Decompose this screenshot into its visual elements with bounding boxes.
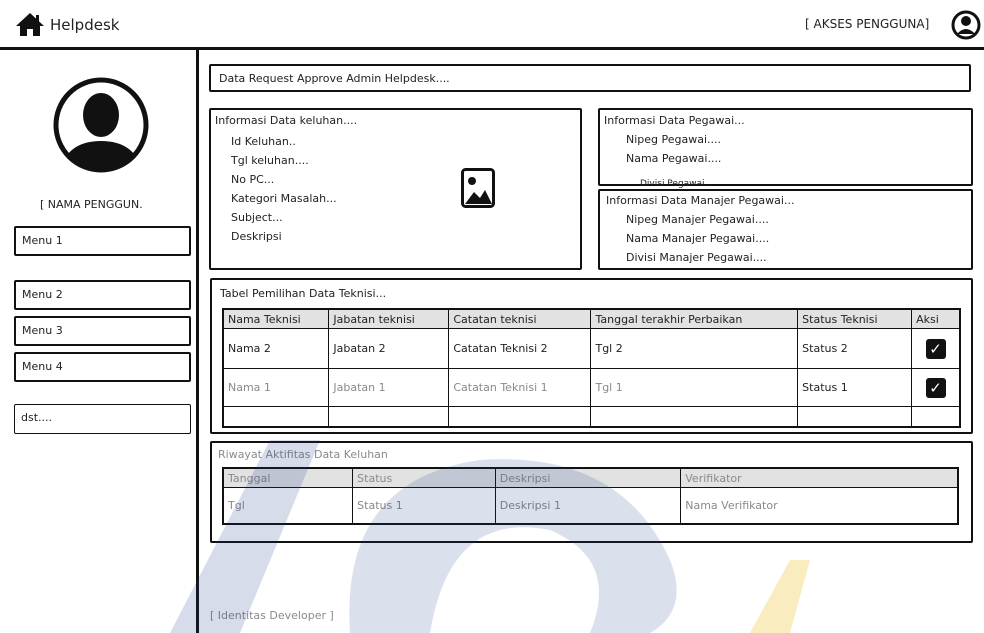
complaint-info-title: Informasi Data keluhan.... [215, 114, 358, 127]
app-title: Helpdesk [50, 16, 120, 34]
column-header[interactable]: Deskripsi [494, 467, 682, 488]
employee-division: Divisi Pegawai... [640, 179, 714, 189]
home-icon[interactable] [15, 11, 45, 37]
action-cell: ✓ [911, 368, 961, 407]
sidebar-menu-3[interactable]: Menu 3 [14, 316, 191, 346]
table-cell: Status 1 [352, 487, 496, 524]
table-cell [797, 406, 913, 427]
table-cell: Nama 1 [222, 368, 330, 407]
column-header[interactable]: Jabatan teknisi [328, 308, 450, 329]
column-header[interactable]: Status Teknisi [797, 308, 913, 329]
technician-table: Nama Teknisi Jabatan teknisi Catatan tek… [222, 308, 961, 428]
table-cell [448, 406, 592, 427]
manager-nipeg: Nipeg Manajer Pegawai.... [626, 213, 769, 226]
column-header[interactable]: Tanggal terakhir Perbaikan [590, 308, 799, 329]
complaint-date: Tgl keluhan.... [231, 154, 309, 167]
table-cell: Catatan Teknisi 2 [448, 328, 592, 369]
developer-footer: [ Identitas Developer ] [210, 609, 334, 622]
table-cell: Catatan Teknisi 1 [448, 368, 592, 407]
complaint-category: Kategori Masalah... [231, 192, 337, 205]
table-row[interactable]: Nama 2 Jabatan 2 Catatan Teknisi 2 Tgl 2… [222, 328, 961, 369]
table-cell: Tgl 2 [590, 328, 799, 369]
image-placeholder-icon [461, 168, 495, 208]
table-row-empty [222, 406, 961, 427]
column-header[interactable]: Tanggal [222, 467, 354, 488]
sidebar-menu-4[interactable]: Menu 4 [14, 352, 191, 382]
column-header[interactable]: Verifikator [680, 467, 959, 488]
complaint-description: Deskripsi [231, 230, 282, 243]
complaint-info-panel: Informasi Data keluhan.... Id Keluhan.. … [209, 108, 582, 270]
user-circle-icon[interactable] [951, 10, 981, 40]
table-cell: Tgl [222, 487, 354, 524]
table-cell [911, 406, 961, 427]
history-table: Tanggal Status Deskripsi Verifikator Tgl… [222, 467, 959, 525]
table-cell: Tgl 1 [590, 368, 799, 407]
employee-info-panel: Informasi Data Pegawai... Nipeg Pegawai.… [598, 108, 973, 189]
sidebar-divider [196, 50, 199, 633]
table-cell [590, 406, 799, 427]
sidebar-menu-1[interactable]: Menu 1 [14, 226, 191, 256]
employee-nipeg: Nipeg Pegawai.... [626, 133, 722, 146]
checkbox-checked-icon[interactable]: ✓ [925, 377, 946, 398]
table-cell: Nama Verifikator [680, 487, 959, 524]
manager-info-title: Informasi Data Manajer Pegawai... [606, 194, 795, 207]
table-cell: Status 1 [797, 368, 913, 407]
table-cell [222, 406, 330, 427]
technician-table-header: Nama Teknisi Jabatan teknisi Catatan tek… [222, 308, 961, 329]
sidebar-menu-2[interactable]: Menu 2 [14, 280, 191, 310]
table-cell: Status 2 [797, 328, 913, 369]
table-cell: Nama 2 [222, 328, 330, 369]
column-header: Aksi [911, 308, 961, 329]
sidebar-menu-more[interactable]: dst.... [14, 404, 191, 434]
access-label[interactable]: [ AKSES PENGGUNA] [805, 17, 929, 31]
manager-info-panel: Informasi Data Manajer Pegawai... Nipeg … [598, 189, 973, 270]
page-heading: Data Request Approve Admin Helpdesk.... [209, 64, 971, 92]
manager-division: Divisi Manajer Pegawai.... [626, 251, 767, 264]
column-header[interactable]: Catatan teknisi [448, 308, 592, 329]
table-cell: Deskripsi 1 [494, 487, 682, 524]
history-title: Riwayat Aktifitas Data Keluhan [218, 448, 388, 461]
table-cell: Jabatan 2 [328, 328, 450, 369]
column-header[interactable]: Status [352, 467, 496, 488]
user-name: [ NAMA PENGGUN. [40, 198, 143, 211]
avatar-icon [53, 77, 149, 173]
history-table-header: Tanggal Status Deskripsi Verifikator [222, 467, 959, 488]
complaint-id: Id Keluhan.. [231, 135, 296, 148]
action-cell: ✓ [911, 328, 961, 369]
complaint-pc: No PC... [231, 173, 275, 186]
manager-name: Nama Manajer Pegawai.... [626, 232, 770, 245]
technician-table-title: Tabel Pemilihan Data Teknisi... [220, 287, 387, 300]
table-cell [328, 406, 450, 427]
employee-info-title: Informasi Data Pegawai... [604, 114, 745, 127]
table-row[interactable]: Nama 1 Jabatan 1 Catatan Teknisi 1 Tgl 1… [222, 368, 961, 407]
top-bar: Helpdesk [ AKSES PENGGUNA] [0, 0, 984, 50]
complaint-subject: Subject... [231, 211, 283, 224]
table-row[interactable]: Tgl Status 1 Deskripsi 1 Nama Verifikato… [222, 487, 959, 524]
checkbox-checked-icon[interactable]: ✓ [925, 338, 946, 359]
table-cell: Jabatan 1 [328, 368, 450, 407]
column-header[interactable]: Nama Teknisi [222, 308, 330, 329]
employee-name: Nama Pegawai.... [626, 152, 722, 165]
